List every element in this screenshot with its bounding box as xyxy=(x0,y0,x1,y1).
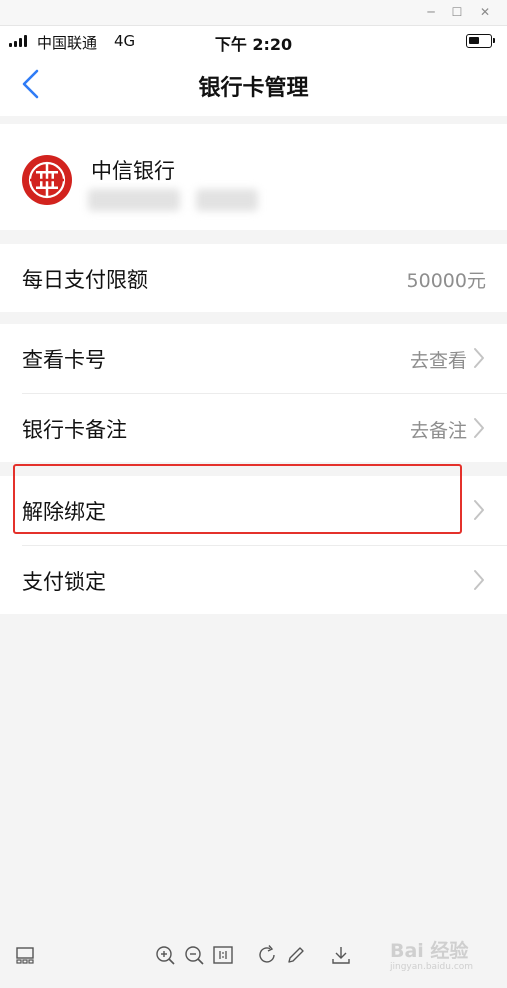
window-titlebar: ─ ☐ ✕ xyxy=(0,0,507,26)
card-note-label: 银行卡备注 xyxy=(22,418,127,442)
view-card-number-row[interactable]: 查看卡号 去查看 xyxy=(0,324,507,392)
maximize-icon[interactable]: ☐ xyxy=(446,3,468,21)
page-title: 银行卡管理 xyxy=(198,76,309,101)
battery-level xyxy=(469,37,479,44)
status-time: 下午 2:20 xyxy=(214,35,293,54)
daily-limit-label: 每日支付限额 xyxy=(22,268,148,292)
card-note-row[interactable]: 银行卡备注 去备注 xyxy=(0,394,507,462)
minimize-icon[interactable]: ─ xyxy=(420,3,442,21)
edit-pencil-icon[interactable] xyxy=(285,944,307,966)
status-bar: 中国联通 4G 下午 2:20 xyxy=(0,26,507,56)
daily-limit-value: 50000元 xyxy=(406,270,486,292)
chevron-right-icon xyxy=(474,570,484,590)
unbind-row[interactable]: 解除绑定 xyxy=(0,476,507,544)
watermark-text: Bai 经验 xyxy=(390,940,469,962)
unbind-label: 解除绑定 xyxy=(22,500,106,524)
card-note-action: 去备注 xyxy=(409,420,467,442)
battery-icon xyxy=(466,34,495,48)
card-info-group: 查看卡号 去查看 银行卡备注 去备注 xyxy=(0,324,507,462)
limit-group: 每日支付限额 50000元 xyxy=(0,244,507,312)
payment-lock-row[interactable]: 支付锁定 xyxy=(0,546,507,614)
thumbnail-icon[interactable] xyxy=(14,944,36,966)
bank-name: 中信银行 xyxy=(91,159,175,183)
zoom-out-icon[interactable] xyxy=(183,944,205,966)
chevron-right-icon xyxy=(474,418,484,438)
daily-limit-row: 每日支付限额 50000元 xyxy=(0,244,507,312)
card-actions-group: 解除绑定 支付锁定 xyxy=(0,476,507,614)
actual-size-icon[interactable] xyxy=(212,944,234,966)
baidu-jingyan-watermark: Bai 经验 jingyan.baidu.com xyxy=(382,926,502,974)
download-icon[interactable] xyxy=(330,944,352,966)
watermark-subtext: jingyan.baidu.com xyxy=(390,962,474,972)
chevron-right-icon xyxy=(474,500,484,520)
navigation-bar: 银行卡管理 xyxy=(0,56,507,116)
citic-bank-logo xyxy=(22,155,72,205)
zoom-in-icon[interactable] xyxy=(154,944,176,966)
chevron-right-icon xyxy=(474,348,484,368)
rotate-icon[interactable] xyxy=(256,944,278,966)
bank-card-header: 中信银行 xyxy=(0,124,507,230)
close-icon[interactable]: ✕ xyxy=(474,3,496,21)
view-card-number-action: 去查看 xyxy=(409,350,467,372)
payment-lock-label: 支付锁定 xyxy=(22,570,106,594)
view-card-number-label: 查看卡号 xyxy=(22,348,106,372)
